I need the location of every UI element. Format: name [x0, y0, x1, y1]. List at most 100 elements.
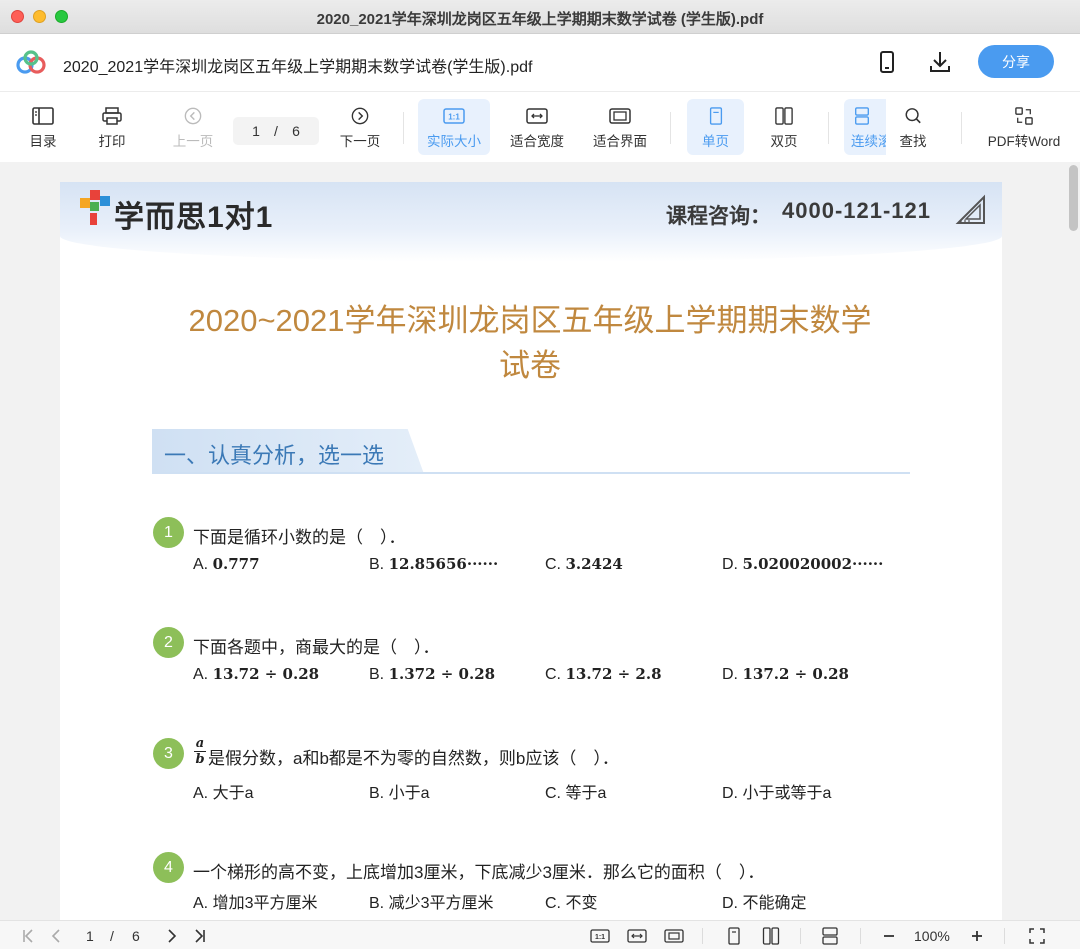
zoom-out-icon[interactable] — [880, 927, 898, 945]
actual-size-button[interactable]: 1:1 实际大小 — [418, 99, 490, 155]
ruler-triangle-icon — [955, 194, 985, 224]
toolbar-divider — [403, 112, 404, 144]
continuous-scroll-button[interactable]: 连续滚 — [844, 99, 886, 155]
question-option: B. 减少3平方厘米 — [369, 889, 493, 913]
option-text: 0.777 — [212, 555, 260, 573]
option-text: 等于a — [565, 785, 607, 802]
status-total-pages: 6 — [132, 928, 140, 944]
double-page-icon[interactable] — [762, 927, 780, 945]
single-page-label: 单页 — [702, 134, 729, 149]
option-text: 不能确定 — [742, 895, 807, 912]
toolbar-divider — [670, 112, 671, 144]
fraction-numerator: a — [195, 736, 205, 751]
option-letter: A. — [193, 556, 209, 573]
option-text: 3.2424 — [565, 555, 623, 573]
next-page-icon[interactable] — [162, 927, 180, 945]
option-text: 大于a — [212, 785, 254, 802]
fit-width-icon[interactable] — [627, 927, 647, 945]
fit-width-label: 适合宽度 — [510, 134, 564, 149]
fit-page-icon[interactable] — [664, 927, 684, 945]
window-titlebar: 2020_2021学年深圳龙岗区五年级上学期期末数学试卷 (学生版).pdf — [0, 0, 1080, 34]
question-option: B. 1.372 ÷ 0.28 — [369, 665, 495, 684]
document-name: 2020_2021学年深圳龙岗区五年级上学期期末数学试卷(学生版).pdf — [63, 59, 533, 76]
zoom-level[interactable]: 100% — [914, 928, 950, 944]
actual-size-icon[interactable]: 1:1 — [590, 927, 610, 945]
prev-page-button[interactable]: 上一页 — [168, 99, 218, 155]
status-bar: 1 / 6 1:1 100% — [0, 920, 1080, 949]
actual-size-label: 实际大小 — [427, 134, 481, 149]
hotline-label: 课程咨询： — [666, 205, 771, 228]
question-option: C. 3.2424 — [545, 555, 623, 574]
page-number-input[interactable]: 1 / 6 — [233, 117, 319, 145]
next-page-label: 下一页 — [339, 134, 381, 149]
option-letter: A. — [193, 666, 209, 683]
brand-logo-icon — [80, 190, 110, 225]
title-line-2: 试卷 — [499, 348, 561, 383]
svg-text:1:1: 1:1 — [448, 113, 460, 122]
question-option: C. 等于a — [545, 779, 606, 803]
option-text: 不变 — [565, 895, 598, 912]
question-number-badge: 3 — [153, 738, 184, 769]
single-page-icon — [709, 107, 722, 125]
pdf-to-word-button[interactable]: PDF转Word — [982, 99, 1066, 155]
fraction-denominator: b — [195, 752, 205, 767]
last-page-icon[interactable] — [190, 927, 208, 945]
fit-width-button[interactable]: 适合宽度 — [505, 99, 569, 155]
app-header: 2020_2021学年深圳龙岗区五年级上学期期末数学试卷(学生版).pdf 分享 — [0, 34, 1080, 92]
print-label: 打印 — [98, 134, 126, 149]
section-title: 一、认真分析，选一选 — [164, 443, 385, 468]
double-page-button[interactable]: 双页 — [760, 99, 808, 155]
statusbar-divider — [702, 928, 703, 944]
statusbar-divider — [860, 928, 861, 944]
prev-page-icon[interactable] — [48, 927, 66, 945]
chevron-right-circle-icon — [351, 107, 369, 125]
option-text: 减少3平方厘米 — [388, 895, 494, 912]
option-letter: D. — [722, 785, 738, 802]
vertical-scrollbar[interactable] — [1069, 165, 1078, 231]
question-option: A. 大于a — [193, 779, 253, 803]
option-letter: C. — [545, 666, 561, 683]
option-text: 增加3平方厘米 — [212, 895, 318, 912]
status-page-separator: / — [110, 928, 114, 944]
page-banner: 学而思1对1 课程咨询： 4000-121-121 — [60, 182, 1002, 262]
pdf-to-word-label: PDF转Word — [987, 134, 1061, 149]
option-letter: B. — [369, 666, 385, 683]
option-text: 12.85656······ — [388, 555, 499, 573]
app-logo-icon — [16, 50, 46, 74]
question-number-badge: 2 — [153, 627, 184, 658]
find-button[interactable]: 查找 — [892, 99, 934, 155]
convert-icon — [1015, 107, 1033, 125]
share-button[interactable]: 分享 — [978, 45, 1054, 78]
print-button[interactable]: 打印 — [90, 99, 134, 155]
continuous-scroll-icon — [855, 107, 869, 125]
brand-name: 学而思1对1 — [114, 201, 274, 234]
option-letter: D. — [722, 666, 738, 683]
question-option: D. 小于或等于a — [722, 779, 831, 803]
next-page-button[interactable]: 下一页 — [334, 99, 386, 155]
question-option: D. 不能确定 — [722, 889, 806, 913]
fit-page-button[interactable]: 适合界面 — [588, 99, 652, 155]
single-page-button[interactable]: 单页 — [687, 99, 744, 155]
chevron-left-circle-icon — [184, 107, 202, 125]
option-text: 13.72 ÷ 2.8 — [565, 665, 662, 683]
download-icon[interactable] — [927, 49, 953, 75]
svg-text:1:1: 1:1 — [595, 934, 605, 941]
question-number-badge: 1 — [153, 517, 184, 548]
toolbar-divider — [961, 112, 962, 144]
fullscreen-icon[interactable] — [1028, 927, 1046, 945]
zoom-in-icon[interactable] — [968, 927, 986, 945]
single-page-icon[interactable] — [725, 927, 743, 945]
double-page-icon — [775, 107, 793, 125]
continuous-scroll-icon[interactable] — [821, 927, 839, 945]
phone-icon[interactable] — [874, 49, 900, 75]
question-option: C. 13.72 ÷ 2.8 — [545, 665, 662, 684]
toc-button[interactable]: 目录 — [20, 99, 66, 155]
search-icon — [905, 108, 921, 124]
status-current-page[interactable]: 1 — [86, 928, 94, 944]
question-option: A. 增加3平方厘米 — [193, 889, 317, 913]
first-page-icon[interactable] — [20, 927, 38, 945]
question-option: B. 12.85656······ — [369, 555, 498, 574]
fit-page-label: 适合界面 — [593, 134, 647, 149]
document-viewer[interactable]: 学而思1对1 课程咨询： 4000-121-121 2020~2021学年深圳龙… — [0, 162, 1080, 920]
option-letter: B. — [369, 785, 385, 802]
